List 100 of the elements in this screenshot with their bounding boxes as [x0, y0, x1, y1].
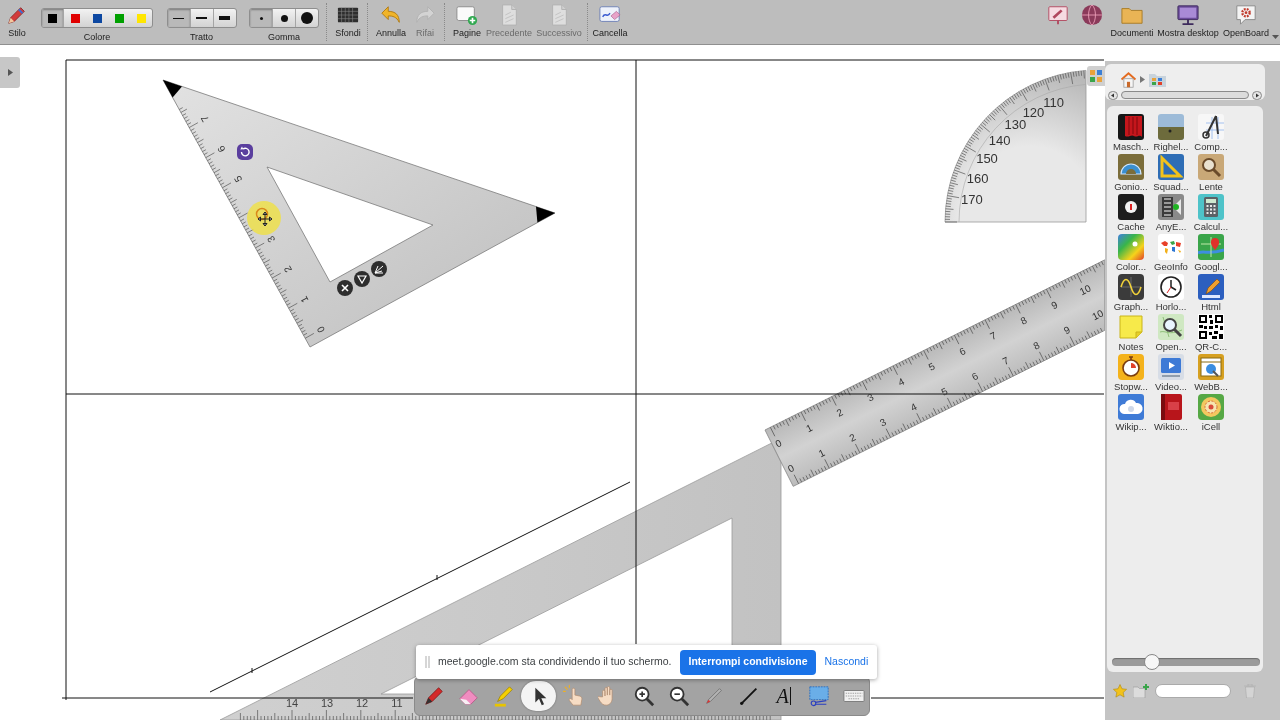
library-item[interactable]: AnyE... — [1151, 194, 1191, 234]
toolbar-button[interactable]: Mostra desktop — [1155, 0, 1221, 44]
library-item[interactable]: Masch... — [1111, 114, 1151, 154]
tool-button[interactable]: A — [766, 681, 801, 711]
apps-icon — [1090, 70, 1102, 82]
star-icon — [1113, 684, 1127, 698]
protractor[interactable] — [944, 70, 1087, 223]
scrollbar[interactable] — [1108, 90, 1262, 100]
folder-add-icon — [1133, 684, 1149, 698]
slider-thumb[interactable] — [1143, 654, 1160, 670]
library-item[interactable]: Stopw... — [1111, 354, 1151, 394]
scale-number: 150 — [976, 151, 998, 166]
ruler[interactable] — [764, 259, 1106, 487]
scale-number: 5 — [926, 360, 937, 373]
book-icon — [1158, 394, 1184, 420]
monitor-icon — [1177, 4, 1199, 26]
library-tab[interactable] — [1087, 66, 1105, 86]
library-item[interactable]: QR-C... — [1191, 314, 1231, 354]
scale-number: 120 — [1022, 104, 1045, 120]
sticky-note-icon — [1118, 314, 1144, 340]
library-item[interactable]: Righel... — [1151, 114, 1191, 154]
input-field[interactable] — [1155, 684, 1231, 698]
scale-number: 6 — [970, 370, 980, 383]
library-item[interactable]: Graph... — [1111, 274, 1151, 314]
library-item[interactable]: Googl... — [1191, 234, 1231, 274]
share-message: meet.google.com sta condividendo il tuo schermo. — [438, 654, 672, 670]
close-icon[interactable] — [337, 280, 353, 296]
library-item[interactable]: GeoInfo — [1151, 234, 1191, 274]
toolbar-button[interactable]: Cancella — [590, 0, 630, 44]
scale-number: 12 — [355, 697, 369, 709]
toolbar-button[interactable]: OpenBoard — [1221, 0, 1271, 44]
dash-icon — [219, 16, 230, 20]
color-option[interactable] — [42, 9, 64, 27]
globe-icon — [1081, 4, 1103, 26]
corner-tip-icon — [163, 80, 182, 98]
toolbar-label: Tratto — [189, 32, 214, 42]
drag-handle-icon — [425, 656, 430, 668]
home-button[interactable] — [1119, 70, 1137, 88]
scale-number: 9 — [1049, 299, 1060, 312]
library-item[interactable]: Cache — [1111, 194, 1151, 234]
library-item[interactable]: Notes — [1111, 314, 1151, 354]
fan-icon[interactable] — [371, 261, 387, 277]
protractor-icon — [1118, 154, 1144, 180]
qr-code-icon — [1198, 314, 1224, 340]
library-item[interactable]: iCell — [1191, 394, 1231, 434]
toolbar-button[interactable]: Sfondi — [333, 0, 363, 44]
rotate-icon[interactable] — [237, 144, 253, 160]
scale-number: 2 — [847, 431, 858, 444]
library-item[interactable]: Lente — [1191, 154, 1231, 194]
library-item[interactable]: Html — [1191, 274, 1231, 314]
board-icon — [1047, 4, 1069, 26]
library-item[interactable]: WebB... — [1191, 354, 1231, 394]
scale-number: 0 — [786, 462, 796, 475]
stopwatch-icon — [1118, 354, 1144, 380]
library-item[interactable]: Open... — [1151, 314, 1191, 354]
library-item[interactable]: Squad... — [1151, 154, 1191, 194]
scale-number: 1 — [816, 446, 827, 460]
toolbar-button[interactable]: Annulla — [374, 0, 408, 44]
scale-number: 7 — [988, 329, 999, 343]
scale-number: 14 — [285, 697, 299, 709]
tool-button[interactable] — [521, 681, 556, 711]
pointing-hand-icon — [562, 685, 585, 707]
library-item[interactable]: Comp... — [1191, 114, 1231, 154]
scale-number: 13 — [320, 697, 334, 709]
toolbar-button[interactable]: Documenti — [1109, 0, 1155, 44]
set-square-icon — [1158, 154, 1184, 180]
scale-number: 8 — [1018, 314, 1029, 327]
play-icon — [1158, 354, 1184, 380]
pen-icon — [422, 685, 445, 707]
stroke-option[interactable] — [167, 9, 190, 27]
scale-number: 4 — [896, 375, 907, 389]
side-tab[interactable] — [0, 57, 20, 88]
library-item[interactable]: Wikip... — [1111, 394, 1151, 434]
film-icon — [1158, 194, 1184, 220]
capture-icon — [807, 685, 830, 707]
scrollbar-thumb[interactable] — [1121, 91, 1249, 99]
clock-icon — [1158, 274, 1184, 300]
library-item[interactable]: Wiktio... — [1151, 394, 1191, 434]
library-item[interactable]: Video... — [1151, 354, 1191, 394]
cloud-icon — [1118, 394, 1144, 420]
library-item[interactable]: Calcul... — [1191, 194, 1231, 234]
dash-icon — [196, 17, 207, 19]
scale-number: 130 — [1004, 117, 1027, 133]
magnifier-icon — [1158, 314, 1184, 340]
stop-sharing-button[interactable]: Interrompi condivisione — [680, 649, 816, 675]
scale-number: 110 — [1043, 95, 1064, 111]
toolbar-button[interactable]: Pagine — [449, 0, 485, 44]
new-folder-button[interactable] — [1133, 684, 1149, 698]
library-item[interactable]: Horlo... — [1151, 274, 1191, 314]
scale-number: 2 — [281, 264, 294, 275]
library-item[interactable]: Color... — [1111, 234, 1151, 274]
hide-link[interactable]: Nascondi — [824, 654, 869, 670]
cursor-highlight-icon — [247, 201, 281, 235]
scale-number: 10 — [1090, 307, 1106, 323]
library-item[interactable]: Gonio... — [1111, 154, 1151, 194]
scale-number: 5 — [231, 174, 245, 185]
stylus-button[interactable]: Stilo — [0, 0, 34, 44]
scale-number: 8 — [1031, 339, 1042, 352]
home-icon — [1119, 70, 1137, 88]
compass-icon — [1198, 114, 1224, 140]
